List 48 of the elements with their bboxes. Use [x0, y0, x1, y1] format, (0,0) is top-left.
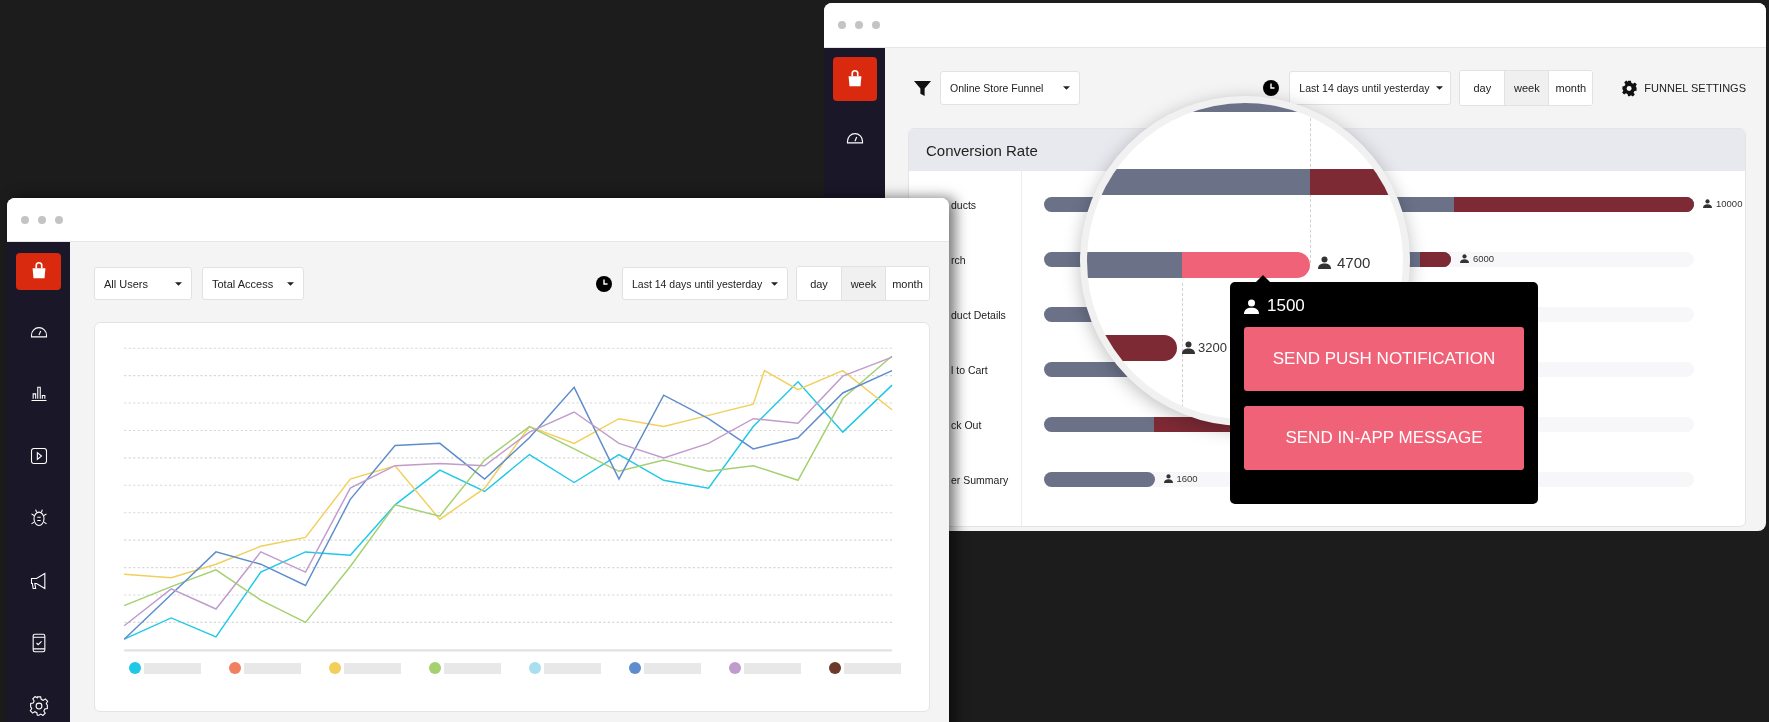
filter-icon[interactable] [914, 79, 931, 97]
funnel-dropdown[interactable]: Online Store Funnel [940, 71, 1080, 105]
window-dot [855, 21, 863, 29]
filter-dropdown[interactable]: All Users [94, 267, 192, 300]
user-icon [1163, 474, 1173, 483]
funnel-step-label: ck Out [951, 418, 982, 431]
play-icon[interactable] [28, 445, 49, 466]
funnel-step-label: l to Cart [951, 363, 988, 376]
user-count: 10000 [1716, 198, 1743, 209]
window-dot [55, 215, 63, 224]
caret-icon [175, 281, 182, 286]
funnel-settings-button[interactable]: FUNNEL SETTINGS [1621, 79, 1746, 97]
user-count: 1500 [1267, 296, 1305, 316]
user-count: 1600 [1176, 473, 1198, 484]
date-range-dropdown[interactable]: Last 14 days until yesterday [1289, 71, 1452, 105]
user-count: 6000 [1472, 253, 1495, 264]
bug-icon[interactable] [28, 508, 49, 528]
filter-dropdown[interactable]: Total Access [202, 267, 304, 300]
granularity-option[interactable]: month [885, 267, 929, 300]
app-logo[interactable] [832, 57, 877, 101]
funnel-step-label: duct Details [951, 308, 1006, 321]
caret-icon [771, 281, 778, 286]
caret-icon [1435, 86, 1443, 90]
user-icon [1318, 256, 1331, 269]
granularity-option[interactable]: week [1504, 71, 1549, 105]
caret-icon [1063, 86, 1070, 90]
funnel-step-label: rch [951, 253, 966, 266]
funnel-step-label: ducts [951, 198, 977, 211]
user-icon [1244, 298, 1259, 314]
settings-icon[interactable] [28, 695, 49, 716]
user-icon [1703, 199, 1712, 208]
granularity-option[interactable]: week [841, 267, 885, 300]
window-dot [38, 215, 46, 224]
user-icon [1459, 254, 1469, 263]
settings-icon [1621, 79, 1639, 97]
granularity-option[interactable]: month [1548, 71, 1593, 105]
card-title: Conversion Rate [926, 141, 1038, 159]
user-count: 3200 [1198, 340, 1227, 355]
window-dot [21, 215, 29, 224]
user-count: 4700 [1337, 254, 1371, 271]
clock-icon [596, 275, 612, 292]
funnel-step-label: er Summary [951, 473, 1009, 486]
caret-icon [287, 281, 294, 286]
user-icon [1182, 341, 1195, 354]
date-range-dropdown[interactable]: Last 14 days until yesterday [622, 267, 788, 300]
window-dot [872, 21, 880, 29]
window-dot [838, 21, 846, 29]
clock-icon [1263, 80, 1280, 96]
